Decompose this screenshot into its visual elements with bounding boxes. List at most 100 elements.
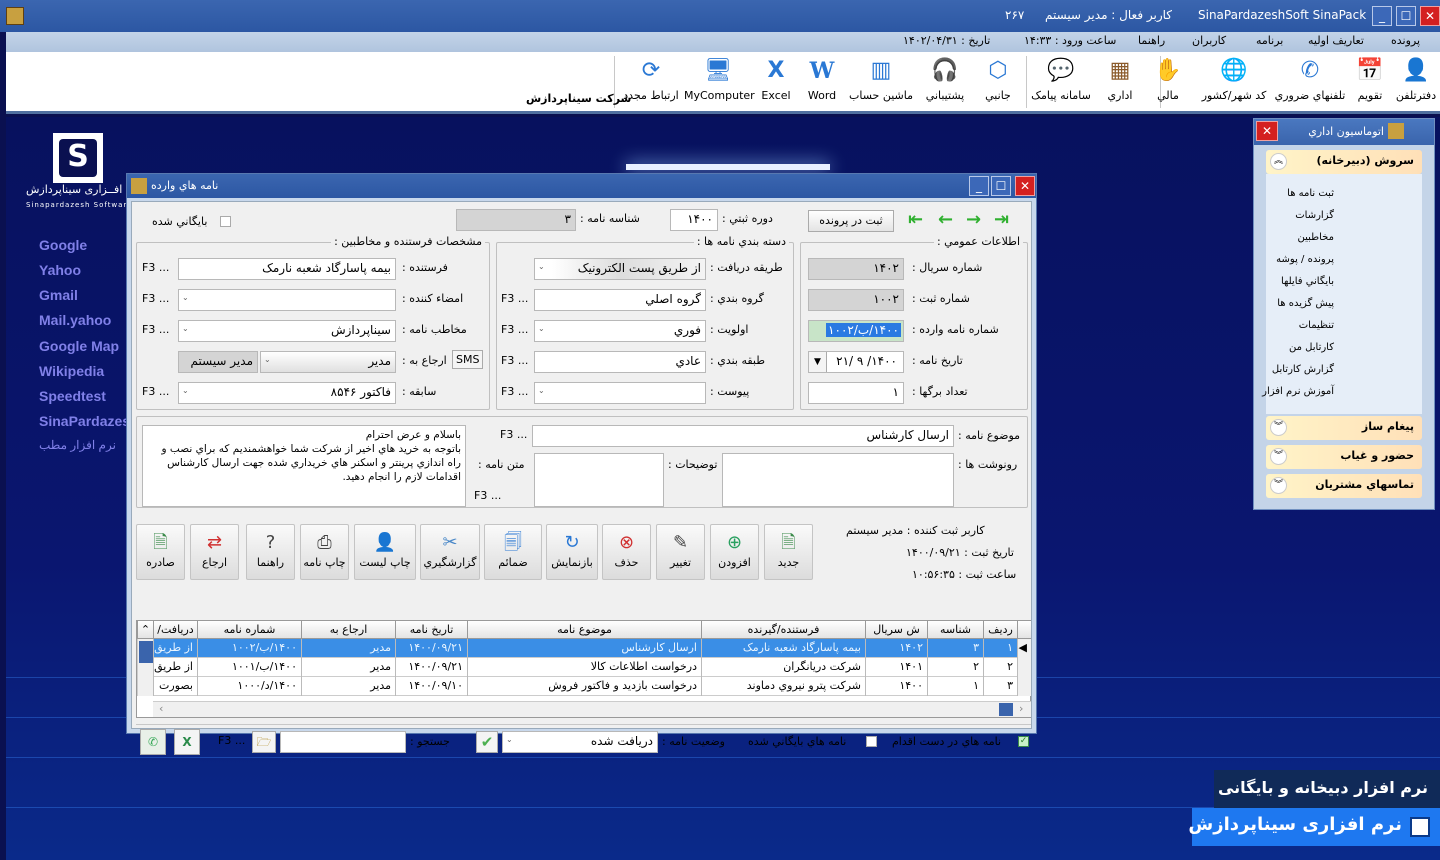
- whatsapp-button[interactable]: ✆: [140, 729, 166, 755]
- panel-item-presets[interactable]: پيش گزيده ها: [1277, 298, 1334, 309]
- panel-item-cartable-report[interactable]: گزارش کارتابل: [1272, 364, 1334, 375]
- classification-field[interactable]: عادي: [534, 351, 706, 373]
- new-button[interactable]: 🗎 جديد: [764, 524, 813, 580]
- help-button[interactable]: ? راهنما: [246, 524, 295, 580]
- reporting-button[interactable]: ✂ گزارشگيري: [420, 524, 480, 580]
- history-lookup[interactable]: F3 ...: [142, 385, 169, 398]
- menu-help[interactable]: راهنما: [1138, 34, 1165, 47]
- letter-body-field[interactable]: باسلام و عرض احترام باتوجه به خريد هاي ا…: [142, 425, 466, 507]
- col-receive[interactable]: دريافت/: [153, 621, 197, 639]
- grid-horizontal-scrollbar[interactable]: ‹ ›: [153, 701, 1031, 717]
- sender-lookup[interactable]: F3 ...: [142, 261, 169, 274]
- signer-lookup[interactable]: F3 ...: [142, 292, 169, 305]
- menu-program[interactable]: برنامه: [1256, 34, 1283, 47]
- maximize-button[interactable]: ☐: [1396, 6, 1416, 26]
- col-id[interactable]: شناسه: [927, 621, 983, 639]
- toolbar-accessories[interactable]: ⬡ جانبي: [976, 52, 1020, 108]
- subject-field[interactable]: ارسال کارشناس: [532, 425, 954, 447]
- print-list-button[interactable]: 👤 چاپ ليست: [354, 524, 416, 580]
- signer-select[interactable]: ⌄: [178, 289, 396, 311]
- menu-users[interactable]: کاربران: [1192, 34, 1226, 47]
- recipient-lookup[interactable]: F3 ...: [142, 323, 169, 336]
- previous-record-icon[interactable]: ←: [938, 209, 953, 230]
- col-letter-number[interactable]: شماره نامه: [197, 621, 301, 639]
- toolbar-phonebook[interactable]: 👤 دفترتلفن: [1394, 52, 1438, 108]
- group-customer-calls[interactable]: تماسهاي مشتريان ︾: [1266, 474, 1422, 498]
- print-letter-button[interactable]: ⎙ چاپ نامه: [300, 524, 349, 580]
- col-subject[interactable]: موضوع نامه: [467, 621, 701, 639]
- dialog-minimize-button[interactable]: _: [969, 176, 989, 196]
- attachment-lookup[interactable]: F3 ...: [501, 385, 528, 398]
- col-refer-to[interactable]: ارجاع به: [301, 621, 395, 639]
- add-button[interactable]: ⊕ افزودن: [710, 524, 759, 580]
- row-indicator-icon[interactable]: ◀: [1017, 639, 1031, 658]
- link-google-map[interactable]: Google Map: [39, 338, 119, 354]
- next-record-icon[interactable]: →: [966, 209, 981, 230]
- scroll-left-icon[interactable]: ‹: [159, 702, 163, 715]
- date-dropdown-icon[interactable]: ▼: [809, 352, 827, 372]
- panel-item-settings[interactable]: تنظيمات: [1299, 320, 1334, 331]
- archived-letters-checkbox[interactable]: [866, 736, 877, 747]
- attachment-select[interactable]: ⌄: [534, 382, 706, 404]
- panel-item-letters[interactable]: ثبت نامه ها: [1287, 188, 1334, 199]
- priority-lookup[interactable]: F3 ...: [501, 323, 528, 336]
- link-mail-yahoo[interactable]: Mail.yahoo: [39, 312, 111, 328]
- sms-button[interactable]: SMS: [452, 350, 484, 369]
- table-row[interactable]: ۳ ۱ ۱۴۰۰ شرکت پترو نيروي دماوند درخواست بازد…: [137, 677, 1031, 696]
- row-header[interactable]: [1017, 658, 1031, 677]
- panel-item-file-archive[interactable]: بايگاني فايلها: [1281, 276, 1334, 287]
- table-row[interactable]: ۱ ۳ ۱۴۰۲ بيمه پاسارگاد شعبه نارمک ارسال کارش…: [137, 639, 1031, 658]
- dialog-close-button[interactable]: ✕: [1015, 176, 1035, 196]
- refer-to-select[interactable]: مدير ⌄: [260, 351, 396, 373]
- export-excel-button[interactable]: X: [174, 729, 200, 755]
- table-row[interactable]: ۲ ۲ ۱۴۰۱ شرکت دريانگران درخواست اطلاعات کالا…: [137, 658, 1031, 677]
- horizontal-scroll-thumb[interactable]: [999, 703, 1013, 716]
- minimize-button[interactable]: _: [1372, 6, 1392, 26]
- attachments-button[interactable]: 🗐 ضمائم: [484, 524, 542, 580]
- toolbar-admin[interactable]: ▦ اداري: [1098, 52, 1142, 108]
- priority-select[interactable]: فوري ⌄: [534, 320, 706, 342]
- toolbar-word[interactable]: W Word: [802, 52, 842, 108]
- search-lookup[interactable]: F3 ...: [218, 734, 245, 747]
- link-sinapardazesh[interactable]: SinaPardazesh: [39, 413, 139, 429]
- group-messenger[interactable]: پيغام ساز ︾: [1266, 416, 1422, 440]
- grouping-field[interactable]: گروه اصلي: [534, 289, 706, 311]
- group-soroush[interactable]: سروش (دبيرخانه) ︽: [1266, 150, 1422, 174]
- menu-definitions[interactable]: تعاريف اوليه: [1308, 34, 1364, 47]
- row-header[interactable]: [1017, 677, 1031, 696]
- col-sender-receiver[interactable]: فرستنده/گيرنده: [701, 621, 865, 639]
- last-record-icon[interactable]: ⇥: [994, 209, 1009, 230]
- incoming-number-field[interactable]: ۱۴۰۰/ب/۱۰۰۲: [808, 320, 904, 342]
- page-count-field[interactable]: ۱: [808, 382, 904, 404]
- outgoing-button[interactable]: 🗎 صادره: [136, 524, 185, 580]
- letter-date-picker[interactable]: ۱۴۰۰/ ۹ /۲۱ ▼: [808, 351, 904, 373]
- pending-letters-checkbox[interactable]: ✓: [1018, 736, 1029, 747]
- link-google[interactable]: Google: [39, 237, 87, 253]
- apply-filter-button[interactable]: ✔: [476, 731, 498, 753]
- period-field[interactable]: ۱۴۰۰: [670, 209, 718, 231]
- toolbar-emergency-phones[interactable]: ✆ تلفنهاي ضروري: [1272, 52, 1348, 108]
- history-select[interactable]: فاکتور ۸۵۴۶ ⌄: [178, 382, 396, 404]
- search-folder-button[interactable]: 🗁: [252, 731, 276, 753]
- group-attendance[interactable]: حضور و غياب ︾: [1266, 445, 1422, 469]
- toolbar-excel[interactable]: X Excel: [756, 52, 796, 108]
- status-select[interactable]: دريافت شده ⌄: [502, 731, 658, 753]
- refer-button[interactable]: ⇄ ارجاع: [190, 524, 239, 580]
- toolbar-finance[interactable]: ✋ مالي: [1146, 52, 1190, 108]
- toolbar-calendar[interactable]: 📅 تقويم: [1348, 52, 1392, 108]
- cc-field[interactable]: [722, 453, 954, 507]
- vertical-scroll-thumb[interactable]: [139, 641, 153, 663]
- delete-button[interactable]: ⊗ حذف: [602, 524, 651, 580]
- subject-lookup[interactable]: F3 ...: [500, 428, 527, 441]
- archived-checkbox[interactable]: [220, 216, 231, 227]
- panel-close-button[interactable]: ✕: [1256, 121, 1278, 141]
- receive-method-select[interactable]: از طريق پست الکترونيک ⌄: [534, 258, 706, 280]
- sender-field[interactable]: بيمه پاسارگاد شعبه نارمک: [178, 258, 396, 280]
- panel-item-reports[interactable]: گزارشات: [1295, 210, 1334, 221]
- search-input[interactable]: [280, 731, 406, 753]
- first-record-icon[interactable]: ⇤: [908, 209, 923, 230]
- link-clinic-software[interactable]: نرم افزار مطب: [39, 438, 116, 452]
- dialog-maximize-button[interactable]: ☐: [991, 176, 1011, 196]
- refresh-button[interactable]: ↻ بازنمايش: [546, 524, 598, 580]
- col-serial[interactable]: ش سريال: [865, 621, 927, 639]
